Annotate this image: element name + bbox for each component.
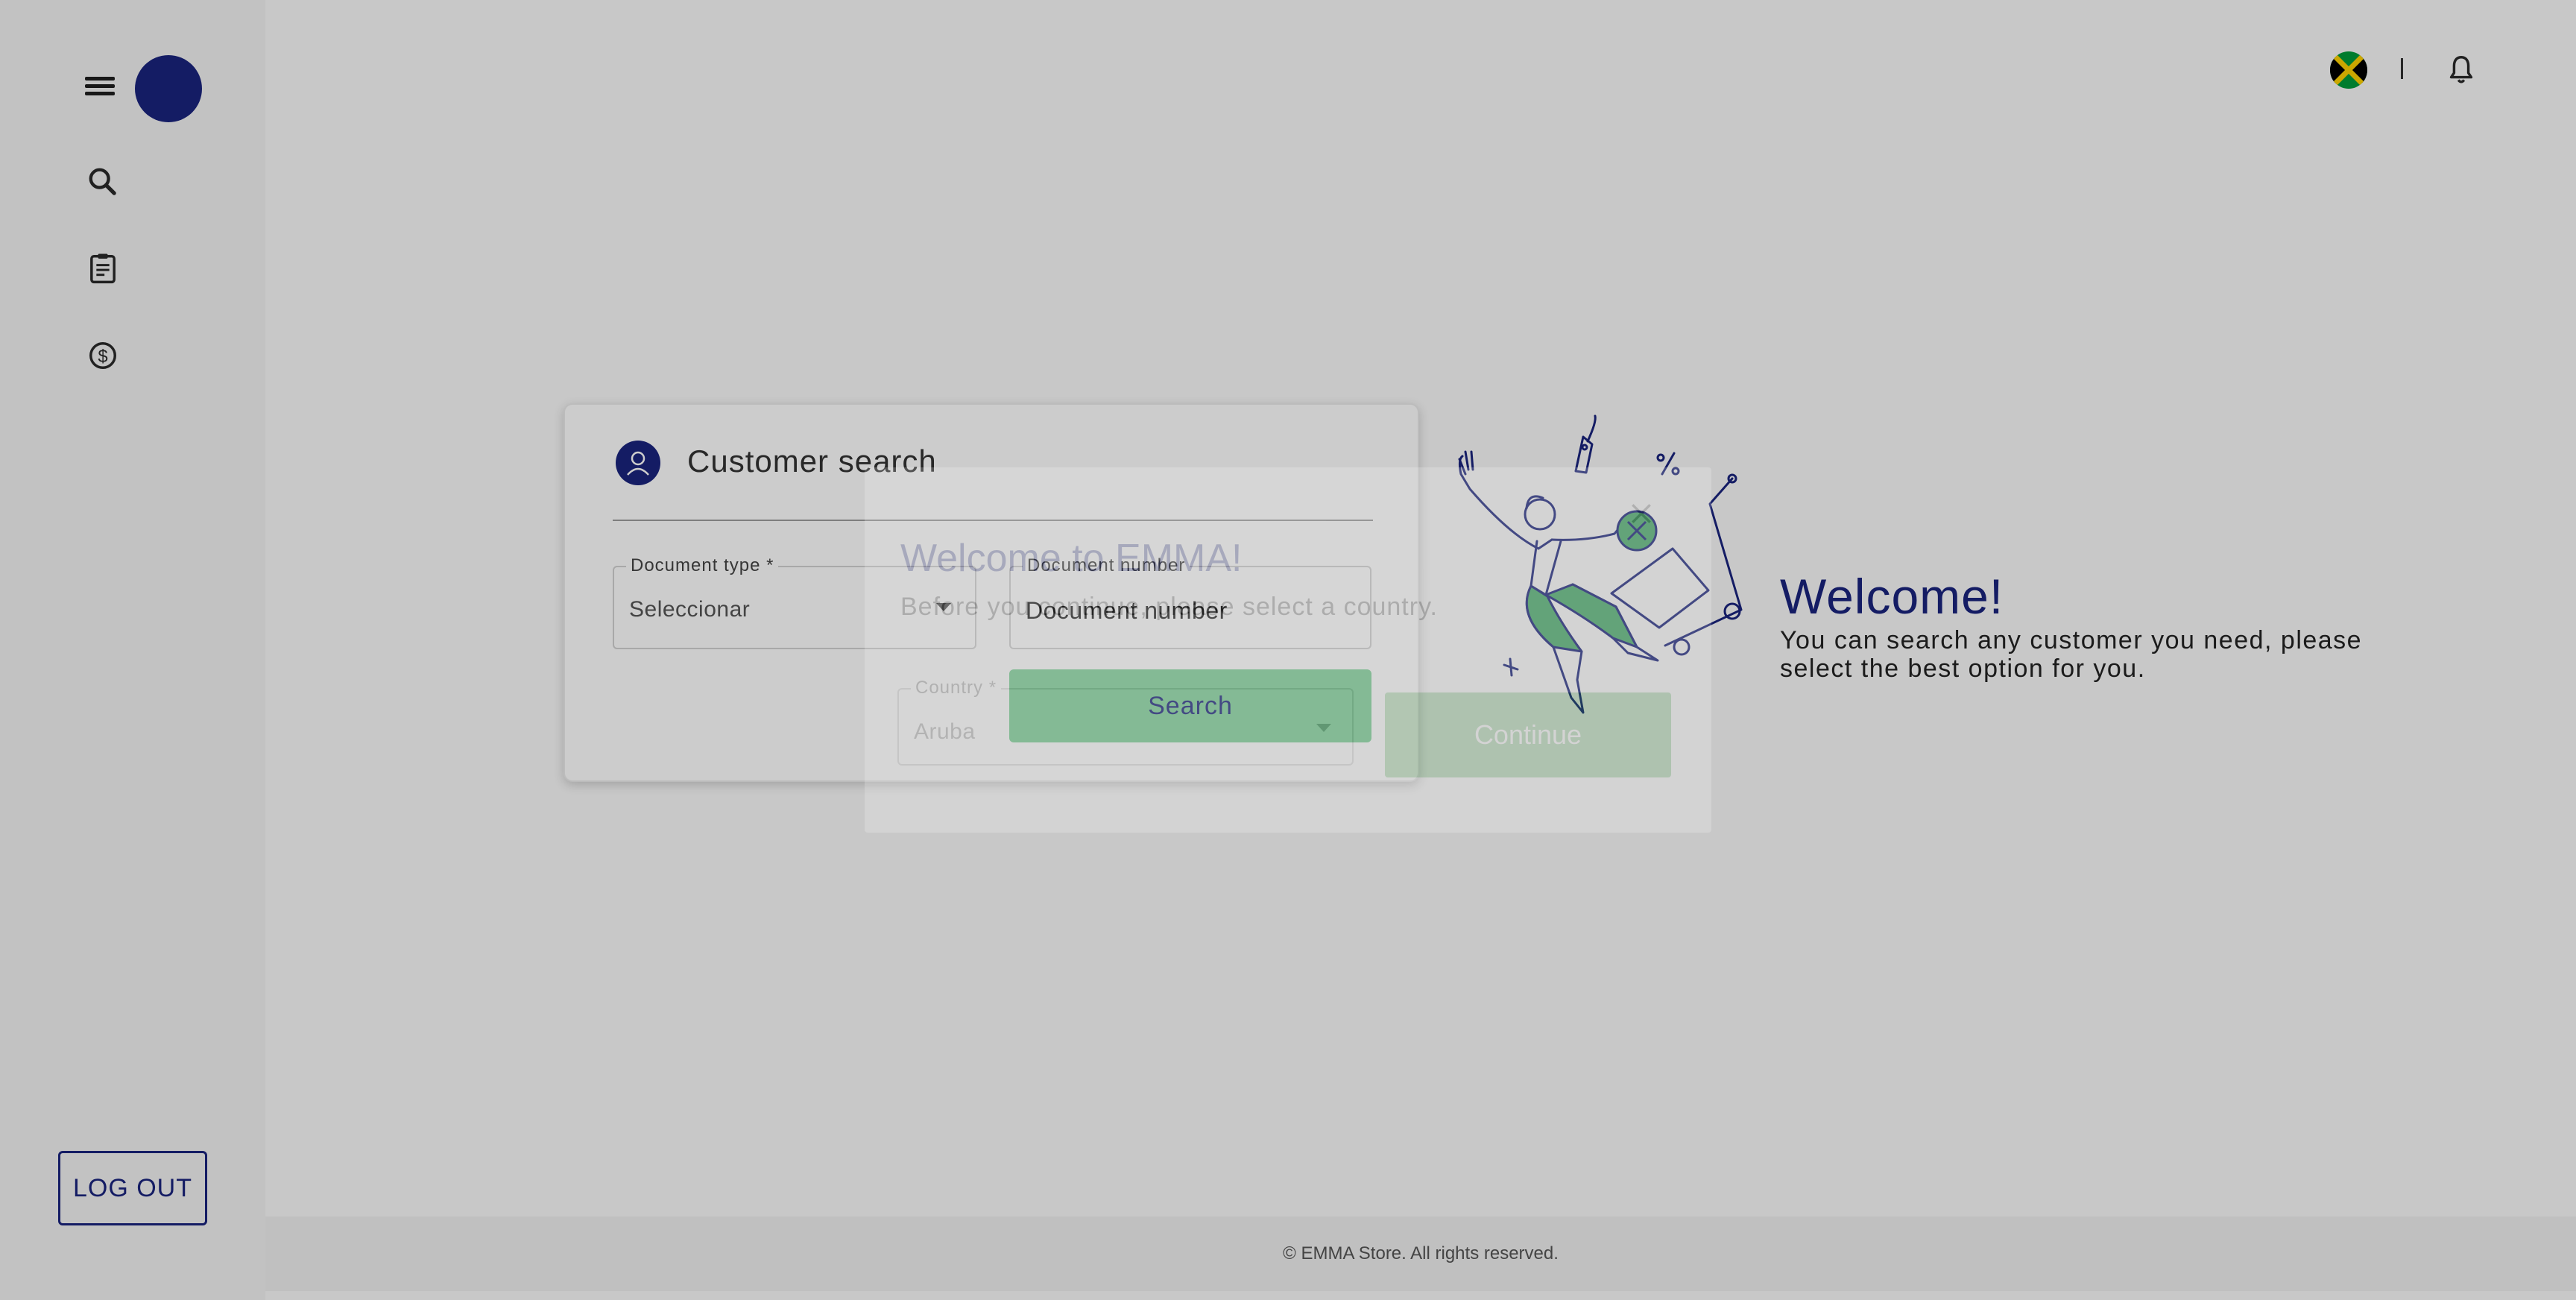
country-label: Country * — [911, 678, 1002, 698]
country-select-modal: Welcome to EMMA! Before you continue, pl… — [865, 467, 1711, 833]
continue-button[interactable]: Continue — [1385, 692, 1671, 777]
country-select[interactable]: Country * Aruba — [897, 678, 1354, 766]
app-root: $ LOG OUT Customer search Document type … — [0, 0, 2576, 1300]
modal-title: Welcome to EMMA! — [900, 537, 1243, 580]
country-value: Aruba — [914, 719, 976, 744]
caret-down-icon — [1316, 724, 1331, 732]
modal-subtitle: Before you continue, please select a cou… — [900, 593, 1438, 621]
close-icon[interactable] — [1626, 499, 1656, 528]
